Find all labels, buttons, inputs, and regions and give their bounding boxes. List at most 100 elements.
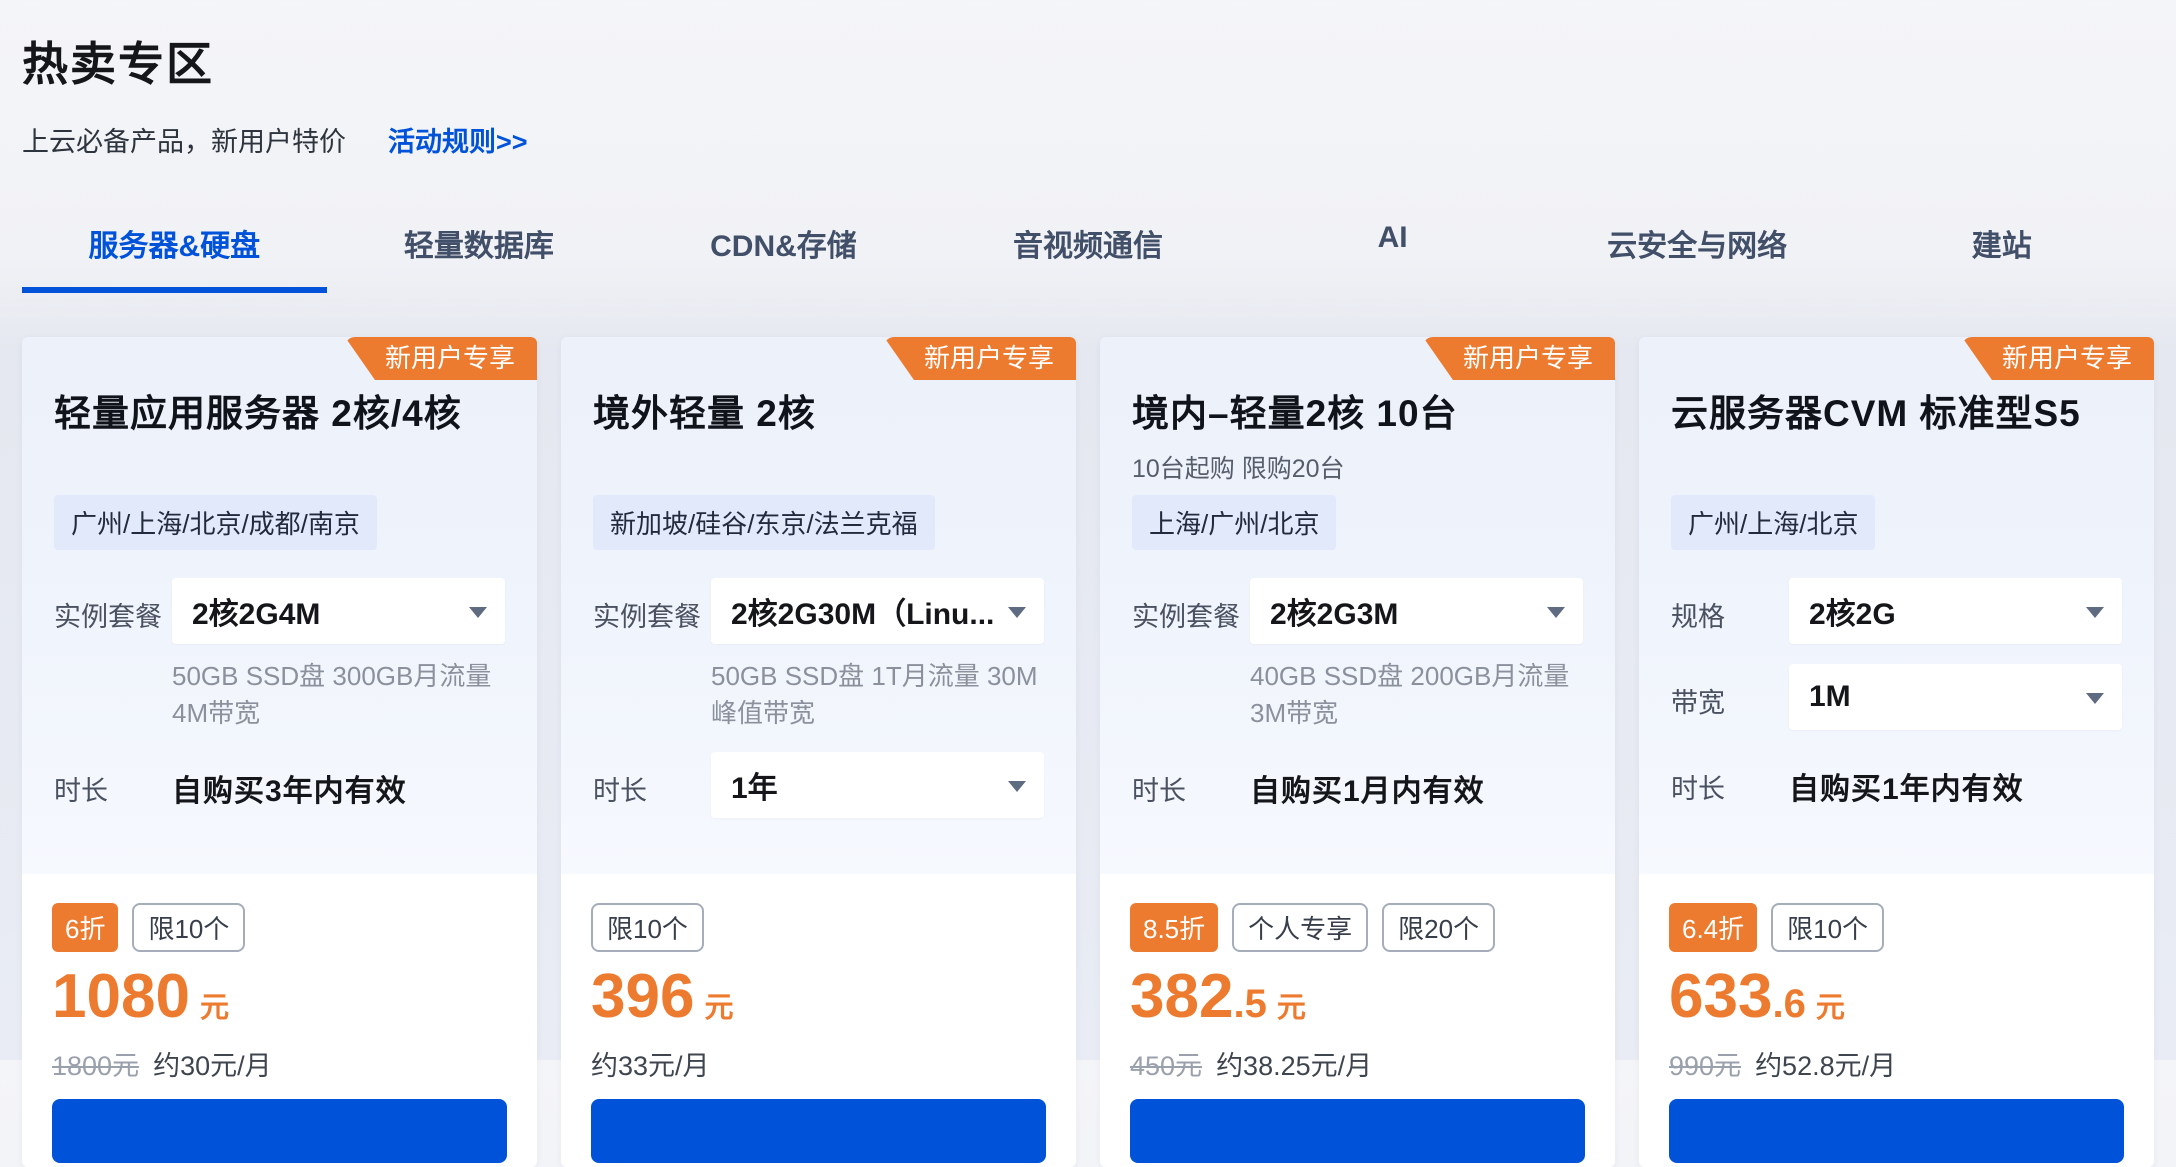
tab-6[interactable]: 云安全与网络 xyxy=(1545,215,1850,293)
price-integer: 382 xyxy=(1130,966,1233,1028)
config-rows: 实例套餐 2核2G4M 50GB SSD盘 300GB月流量 4M带宽 时长 自… xyxy=(54,578,505,810)
config-row: 时长 自购买1年内有效 xyxy=(1671,750,2122,808)
card-price-area: 6.4折限10个 633 .6 元 990元 约52.8元/月 xyxy=(1639,874,2154,1167)
card-price-area: 6折限10个 1080 元 1800元 约30元/月 xyxy=(22,874,537,1167)
card-title-block: 云服务器CVM 标准型S5 xyxy=(1671,383,2122,495)
region-tag: 广州/上海/北京 xyxy=(1671,495,1875,550)
config-row: 时长 1年 xyxy=(593,752,1044,818)
tab-label: 轻量数据库 xyxy=(404,230,554,263)
buy-button[interactable] xyxy=(1669,1099,2124,1163)
oldprice-row: 约33元/月 xyxy=(591,1044,1046,1083)
buy-button[interactable] xyxy=(52,1099,507,1163)
config-select[interactable]: 1M xyxy=(1789,664,2122,730)
new-user-badge: 新用户专享 xyxy=(884,337,1076,380)
config-row: 规格 2核2G xyxy=(1671,578,2122,644)
tab-label: AI xyxy=(1378,221,1408,254)
product-card-3: 新用户专享 境内–轻量2核 10台 10台起购 限购20台 上海/广州/北京 实… xyxy=(1100,337,1615,1167)
tab-5[interactable]: AI xyxy=(1240,215,1545,293)
chevron-down-icon xyxy=(469,607,487,618)
price-unit: 元 xyxy=(1816,984,1845,1026)
price-original: 990元 xyxy=(1669,1044,1741,1083)
card-subtitle: 10台起购 限购20台 xyxy=(1132,449,1583,485)
buy-button[interactable] xyxy=(591,1099,1046,1163)
tab-label: 建站 xyxy=(1972,230,2032,263)
promo-tags: 6折限10个 xyxy=(52,904,507,950)
config-text-value: 自购买1年内有效 xyxy=(1789,750,2122,808)
tab-2[interactable]: 轻量数据库 xyxy=(327,215,632,293)
page-title: 热卖专区 xyxy=(22,0,2154,94)
tab-label: CDN&存储 xyxy=(710,230,857,263)
promo-tags: 6.4折限10个 xyxy=(1669,904,2124,950)
config-select-value: 2核2G xyxy=(1809,589,1896,633)
price-integer: 1080 xyxy=(52,966,190,1028)
config-row-label: 实例套餐 xyxy=(1132,578,1250,732)
config-description: 40GB SSD盘 200GB月流量 3M带宽 xyxy=(1250,658,1583,732)
card-price-area: 8.5折个人专享限20个 382 .5 元 450元 约38.25元/月 xyxy=(1100,874,1615,1167)
price-integer: 633 xyxy=(1669,966,1772,1028)
config-row: 实例套餐 2核2G4M 50GB SSD盘 300GB月流量 4M带宽 xyxy=(54,578,505,732)
tab-label: 音视频通信 xyxy=(1013,230,1163,263)
config-select-value: 2核2G4M xyxy=(192,589,320,633)
config-select-value: 2核2G3M xyxy=(1270,589,1398,633)
price-integer: 396 xyxy=(591,966,694,1028)
card-title-block: 境内–轻量2核 10台 10台起购 限购20台 xyxy=(1132,383,1583,495)
config-rows: 规格 2核2G 带宽 1M 时长 自购买1年内有效 xyxy=(1671,578,2122,808)
chevron-down-icon xyxy=(1008,607,1026,618)
tab-label: 服务器&硬盘 xyxy=(88,230,260,263)
tab-4[interactable]: 音视频通信 xyxy=(936,215,1241,293)
promo-tags: 限10个 xyxy=(591,904,1046,950)
chevron-down-icon xyxy=(2086,607,2104,618)
price-unit: 元 xyxy=(1277,984,1306,1026)
new-user-badge: 新用户专享 xyxy=(345,337,537,380)
oldprice-row: 990元 约52.8元/月 xyxy=(1669,1044,2124,1083)
config-row-label: 时长 xyxy=(1132,752,1250,810)
config-select-value: 2核2G30M（Linu... xyxy=(731,589,994,633)
config-select[interactable]: 2核2G30M（Linu... xyxy=(711,578,1044,644)
product-card-2: 新用户专享 境外轻量 2核 新加坡/硅谷/东京/法兰克福 实例套餐 2核2G30… xyxy=(561,337,1076,1167)
promo-tag: 限20个 xyxy=(1382,903,1495,952)
config-select[interactable]: 2核2G4M xyxy=(172,578,505,644)
price-row: 382 .5 元 xyxy=(1130,966,1585,1028)
region-tag: 上海/广州/北京 xyxy=(1132,495,1336,550)
tab-1[interactable]: 服务器&硬盘 xyxy=(22,215,327,293)
price-monthly: 约52.8元/月 xyxy=(1755,1044,1896,1083)
price-row: 1080 元 xyxy=(52,966,507,1028)
product-card-4: 新用户专享 云服务器CVM 标准型S5 广州/上海/北京 规格 2核2G 带宽 … xyxy=(1639,337,2154,1167)
price-monthly: 约38.25元/月 xyxy=(1216,1044,1372,1083)
card-config-area: 境内–轻量2核 10台 10台起购 限购20台 上海/广州/北京 实例套餐 2核… xyxy=(1100,337,1615,874)
buy-button[interactable] xyxy=(1130,1099,1585,1163)
config-text-value: 自购买3年内有效 xyxy=(172,752,505,810)
chevron-down-icon xyxy=(2086,693,2104,704)
tab-7[interactable]: 建站 xyxy=(1849,215,2154,293)
promo-tag: 6折 xyxy=(52,903,118,952)
price-row: 633 .6 元 xyxy=(1669,966,2124,1028)
subtitle-row: 上云必备产品，新用户特价 活动规则>> xyxy=(22,120,2154,159)
price-row: 396 元 xyxy=(591,966,1046,1028)
config-row-label: 实例套餐 xyxy=(54,578,172,732)
price-monthly: 约30元/月 xyxy=(153,1044,272,1083)
tab-3[interactable]: CDN&存储 xyxy=(631,215,936,293)
activity-rules-link[interactable]: 活动规则>> xyxy=(388,120,528,159)
config-description: 50GB SSD盘 300GB月流量 4M带宽 xyxy=(172,658,505,732)
promo-tag: 限10个 xyxy=(1771,903,1884,952)
chevron-down-icon xyxy=(1008,781,1026,792)
price-unit: 元 xyxy=(200,984,229,1026)
config-select[interactable]: 1年 xyxy=(711,752,1044,818)
config-row-label: 时长 xyxy=(1671,750,1789,808)
card-price-area: 限10个 396 元 约33元/月 xyxy=(561,874,1076,1167)
promo-tag: 8.5折 xyxy=(1130,903,1218,952)
region-tag: 新加坡/硅谷/东京/法兰克福 xyxy=(593,495,935,550)
new-user-badge: 新用户专享 xyxy=(1962,337,2154,380)
new-user-badge: 新用户专享 xyxy=(1423,337,1615,380)
price-monthly: 约33元/月 xyxy=(591,1044,710,1083)
price-decimal: .5 xyxy=(1233,982,1266,1027)
card-title: 云服务器CVM 标准型S5 xyxy=(1671,383,2122,437)
config-rows: 实例套餐 2核2G30M（Linu... 50GB SSD盘 1T月流量 30M… xyxy=(593,578,1044,818)
config-rows: 实例套餐 2核2G3M 40GB SSD盘 200GB月流量 3M带宽 时长 自… xyxy=(1132,578,1583,810)
price-original: 450元 xyxy=(1130,1044,1202,1083)
config-select[interactable]: 2核2G xyxy=(1789,578,2122,644)
promo-tag: 个人专享 xyxy=(1232,903,1368,952)
oldprice-row: 450元 约38.25元/月 xyxy=(1130,1044,1585,1083)
product-card-1: 新用户专享 轻量应用服务器 2核/4核 广州/上海/北京/成都/南京 实例套餐 … xyxy=(22,337,537,1167)
config-select[interactable]: 2核2G3M xyxy=(1250,578,1583,644)
